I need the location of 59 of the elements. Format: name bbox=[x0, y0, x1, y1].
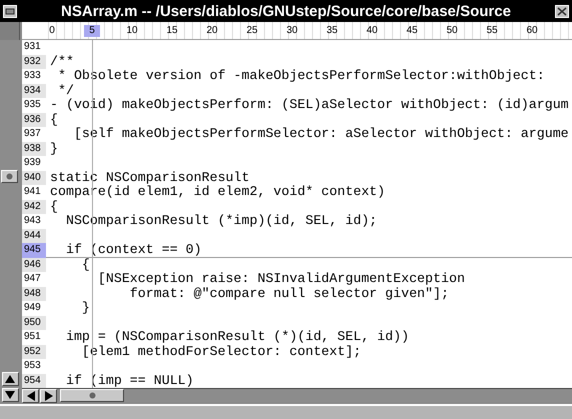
code-line: { bbox=[80, 258, 90, 272]
code-line: { bbox=[49, 200, 58, 214]
line-number: 945 bbox=[22, 243, 46, 258]
down-arrow-icon bbox=[5, 391, 15, 399]
line-number: 936 bbox=[22, 112, 46, 127]
code-line: * Obsolete version of -makeObjectsPerformSelector:withObject: bbox=[56, 69, 545, 84]
up-arrow-icon bbox=[5, 375, 15, 383]
code-line: [self makeObjectsPerformSelector: aSelector withObject: argume bbox=[72, 127, 569, 142]
code-line: if (context == 0) bbox=[46, 243, 572, 258]
scroll-left-button[interactable] bbox=[22, 388, 39, 402]
line-number: 932 bbox=[22, 54, 46, 69]
window-title: NSArray.m -- /Users/diablos/GNUstep/Source/core/base/Source bbox=[60, 2, 512, 20]
thumb-dimple-icon bbox=[88, 392, 96, 399]
ruler-label: 20 bbox=[205, 25, 219, 37]
ruler-label: 25 bbox=[245, 25, 259, 37]
right-arrow-icon bbox=[44, 390, 52, 400]
ruler-label: 60 bbox=[525, 25, 539, 37]
code-line: - (void) makeObjectsPerform: (SEL)aSelector withObject: (id)argum bbox=[49, 98, 569, 112]
ruler-label: 55 bbox=[485, 25, 499, 37]
code-line: format: @"compare null selector given"]; bbox=[128, 286, 449, 301]
line-number: 948 bbox=[22, 286, 46, 301]
miniaturize-icon[interactable] bbox=[3, 4, 17, 18]
line-number: 950 bbox=[22, 316, 46, 330]
ruler-label: 50 bbox=[445, 25, 459, 37]
line-number: 942 bbox=[22, 200, 46, 214]
scroll-thumb[interactable] bbox=[60, 389, 124, 402]
code-line: imp = (NSComparisonResult (*)(id, SEL, id)) bbox=[64, 330, 410, 344]
line-number: 934 bbox=[22, 84, 46, 98]
code-line: */ bbox=[56, 84, 74, 98]
line-number: 954 bbox=[22, 374, 46, 388]
ruler-label: 0 bbox=[48, 25, 56, 37]
ruler-label: 30 bbox=[285, 25, 299, 37]
line-number: 944 bbox=[22, 228, 46, 243]
code-line: static NSComparisonResult bbox=[49, 170, 250, 185]
ruler-label: 35 bbox=[325, 25, 339, 37]
ruler-label: 15 bbox=[165, 25, 179, 37]
ruler-label: 5 bbox=[84, 25, 100, 37]
code-line: NSComparisonResult (*imp)(id, SEL, id); bbox=[64, 214, 378, 228]
scroll-down-button[interactable] bbox=[2, 388, 18, 402]
code-line: } bbox=[80, 301, 90, 316]
left-arrow-icon bbox=[26, 390, 34, 400]
line-number: 940 bbox=[22, 170, 46, 185]
thumb-dimple-icon bbox=[6, 173, 13, 180]
code-line: } bbox=[49, 142, 58, 156]
line-number: 952 bbox=[22, 344, 46, 359]
ruler-label: 10 bbox=[125, 25, 139, 37]
code-line: compare(id elem1, id elem2, void* context) bbox=[49, 185, 386, 200]
scroll-right-button[interactable] bbox=[40, 388, 57, 402]
code-line: { bbox=[49, 112, 58, 127]
line-number: 946 bbox=[22, 258, 46, 272]
ruler-label: 45 bbox=[405, 25, 419, 37]
scroll-up-button[interactable] bbox=[2, 372, 18, 386]
code-line: [elem1 methodForSelector: context]; bbox=[80, 344, 362, 359]
horizontal-scrollbar[interactable] bbox=[22, 388, 572, 402]
ruler-label: 40 bbox=[365, 25, 379, 37]
code-line: [NSException raise: NSInvalidArgumentException bbox=[96, 272, 465, 286]
code-line: /** bbox=[49, 54, 74, 69]
line-number: 938 bbox=[22, 142, 46, 156]
close-icon[interactable] bbox=[555, 4, 569, 18]
